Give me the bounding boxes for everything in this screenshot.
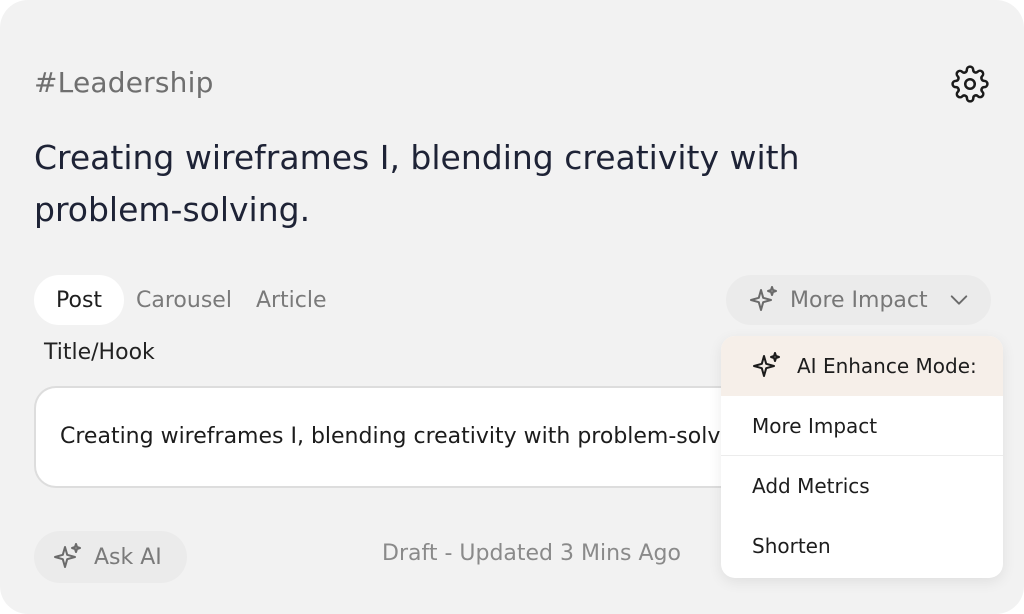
chevron-down-icon [948, 289, 970, 311]
post-card: #Leadership Creating wireframes I, blend… [0, 0, 1024, 614]
tab-post[interactable]: Post [34, 275, 125, 325]
title-hook-input[interactable]: Creating wireframes I, blending creativi… [34, 386, 754, 488]
menu-item-add-metrics[interactable]: Add Metrics [721, 456, 1003, 516]
enhance-mode-label: More Impact [790, 287, 928, 313]
enhance-mode-dropdown[interactable]: More Impact [726, 275, 991, 325]
enhance-mode-menu: AI Enhance Mode: More Impact Add Metrics… [721, 336, 1003, 578]
title-hook-value: Creating wireframes I, blending creativi… [60, 424, 754, 449]
menu-header: AI Enhance Mode: [721, 336, 1003, 396]
post-headline: Creating wireframes I, blending creativi… [34, 138, 800, 229]
draft-status: Draft - Updated 3 Mins Ago [382, 541, 681, 566]
tab-carousel[interactable]: Carousel [124, 275, 244, 325]
menu-item-more-impact[interactable]: More Impact [721, 396, 1003, 456]
menu-item-shorten[interactable]: Shorten [721, 516, 1003, 576]
sparkle-icon [54, 543, 81, 568]
hashtag-label: #Leadership [34, 66, 214, 99]
content-type-tabs: Post Carousel Article [34, 275, 339, 325]
sparkle-icon [753, 352, 780, 377]
sparkle-icon [750, 286, 777, 311]
menu-header-label: AI Enhance Mode: [797, 354, 977, 378]
settings-button[interactable] [948, 62, 992, 106]
ask-ai-label: Ask AI [94, 544, 162, 570]
tab-article[interactable]: Article [244, 275, 339, 325]
ask-ai-button[interactable]: Ask AI [34, 531, 187, 583]
gear-icon [951, 65, 989, 103]
title-hook-label: Title/Hook [44, 340, 155, 365]
